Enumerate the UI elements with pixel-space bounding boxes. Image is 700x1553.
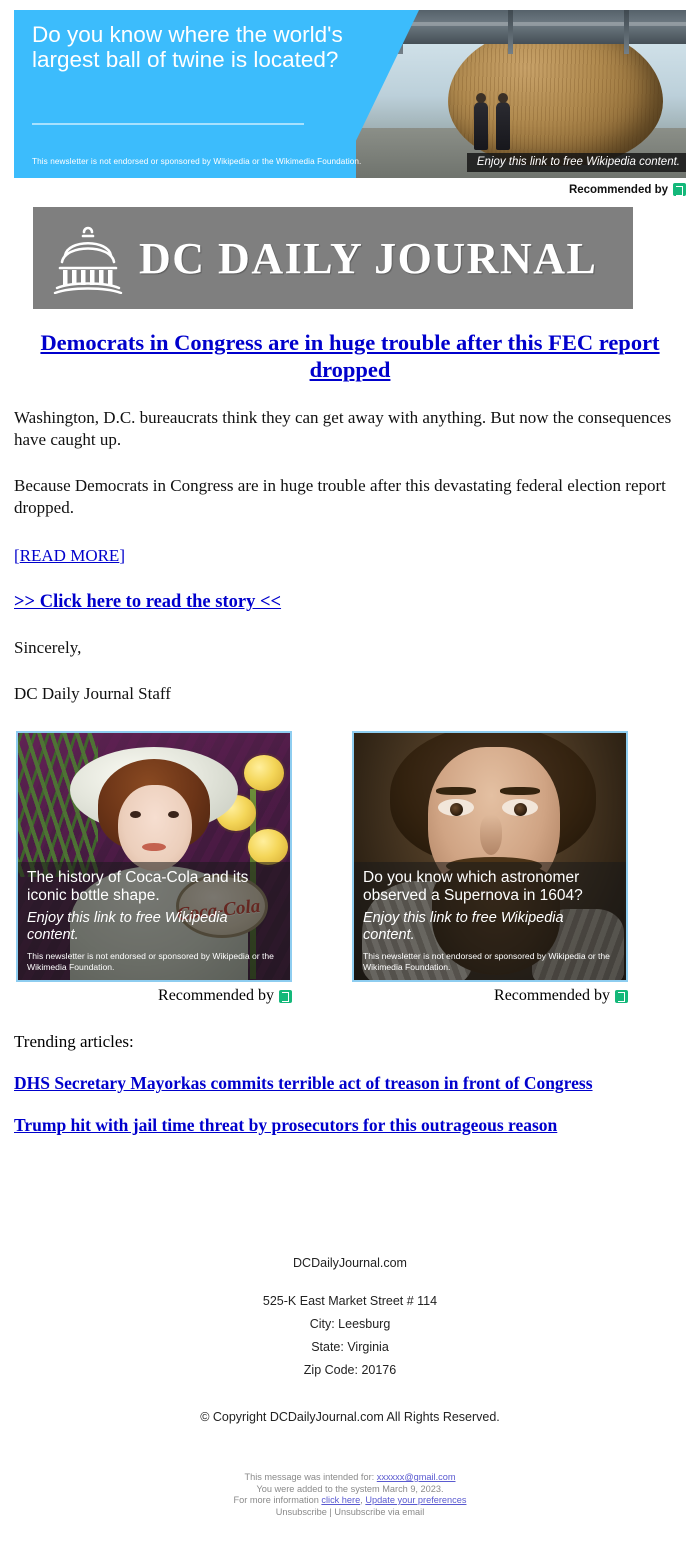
- ad-title: Do you know which astronomer observed a …: [363, 869, 583, 904]
- trending-section: Trending articles: DHS Secretary Mayorka…: [0, 1032, 700, 1136]
- top-ad-recommended-row[interactable]: Recommended by: [14, 178, 686, 198]
- coke-rose-1: [244, 755, 284, 791]
- top-ad-headline: Do you know where the world's largest ba…: [32, 22, 343, 72]
- read-more-line: [READ MORE]: [14, 546, 686, 566]
- ad-overlay-supernova: Do you know which astronomer observed a …: [354, 862, 626, 980]
- kepler-iris-right: [514, 803, 527, 816]
- footer-more-info-line: For more information click here, Update …: [0, 1495, 700, 1507]
- ad-card-coca-cola[interactable]: Coca-Cola The history of Coca-Cola and i…: [16, 731, 306, 1005]
- footer-intended-line: This message was intended for: xxxxxx@gm…: [0, 1472, 700, 1484]
- footer-legal: This message was intended for: xxxxxx@gm…: [0, 1472, 700, 1518]
- footer-copyright: © Copyright DCDailyJournal.com All Right…: [200, 1410, 500, 1424]
- footer-unsubscribe-email-label[interactable]: Unsubscribe via email: [334, 1507, 424, 1517]
- ad-recommended-row-supernova[interactable]: Recommended by: [352, 987, 628, 1005]
- article-body: Democrats in Congress are in huge troubl…: [0, 329, 700, 705]
- ad-subtitle: Enjoy this link to free Wikipedia conten…: [363, 910, 564, 943]
- trending-link-2[interactable]: Trump hit with jail time threat by prose…: [14, 1115, 557, 1135]
- ad-disclaimer: This newsletter is not endorsed or spons…: [363, 951, 610, 972]
- recommended-by-label: Recommended by: [568, 183, 668, 196]
- coke-eye-right: [168, 811, 179, 818]
- click-here-link[interactable]: >> Click here to read the story <<: [14, 592, 281, 612]
- article-signoff: Sincerely,: [14, 638, 82, 657]
- footer-more-info-prefix: For more information: [233, 1495, 319, 1505]
- article-signature: DC Daily Journal Staff: [14, 684, 171, 703]
- outbrain-logo-icon: [673, 183, 686, 196]
- footer-address-state: State: Virginia: [311, 1340, 389, 1354]
- ad-recommended-row-coca-cola[interactable]: Recommended by: [16, 987, 292, 1005]
- recommended-by-label: Recommended by: [494, 987, 610, 1004]
- kepler-brow-left: [436, 787, 476, 795]
- article-headline-link[interactable]: Democrats in Congress are in huge troubl…: [40, 330, 659, 382]
- kepler-brow-right: [500, 787, 540, 795]
- footer-click-here-link[interactable]: click here: [321, 1495, 360, 1505]
- kepler-nose: [480, 815, 502, 855]
- capitol-dome-icon: [53, 226, 123, 294]
- coke-woman-face: [118, 785, 192, 871]
- outbrain-logo-icon: [279, 989, 292, 1003]
- top-ad-image[interactable]: Do you know where the world's largest ba…: [14, 10, 686, 178]
- footer-address-zip: Zip Code: 20176: [303, 1363, 397, 1377]
- ad-title: The history of Coca-Cola and its iconic …: [27, 869, 249, 904]
- footer-address: 525-K East Market Street # 114 City: Lee…: [0, 1290, 700, 1382]
- trending-link-1[interactable]: DHS Secretary Mayorkas commits terrible …: [14, 1073, 593, 1093]
- read-more-close-bracket: ]: [119, 546, 125, 565]
- footer-legal-separator: ,: [360, 1495, 363, 1505]
- ad-card-supernova[interactable]: Do you know which astronomer observed a …: [352, 731, 642, 1005]
- ad-overlay-coca-cola: The history of Coca-Cola and its iconic …: [18, 862, 290, 980]
- footer: DCDailyJournal.com 525-K East Market Str…: [0, 1256, 700, 1518]
- footer-added-line: You were added to the system March 9, 20…: [256, 1483, 444, 1494]
- footer-unsubscribe-label[interactable]: Unsubscribe: [276, 1507, 327, 1517]
- top-ad-divider: [32, 123, 304, 125]
- footer-address-city: City: Leesburg: [309, 1317, 391, 1331]
- photo-person-right: [496, 93, 510, 150]
- click-here-line: >> Click here to read the story <<: [14, 592, 686, 613]
- recommended-by-label: Recommended by: [158, 987, 274, 1004]
- masthead-title: DC DAILY JOURNAL: [139, 233, 598, 283]
- coke-rose-3: [248, 829, 288, 865]
- trending-item-2: Trump hit with jail time threat by prose…: [14, 1114, 686, 1136]
- top-ad-banner[interactable]: Do you know where the world's largest ba…: [14, 10, 686, 198]
- coke-eye-left: [130, 811, 141, 818]
- footer-intended-prefix: This message was intended for:: [244, 1472, 375, 1482]
- article-headline: Democrats in Congress are in huge troubl…: [14, 329, 686, 383]
- footer-unsubscribe-line: Unsubscribe | Unsubscribe via email: [0, 1507, 700, 1519]
- footer-site-name: DCDailyJournal.com: [293, 1256, 407, 1270]
- article-paragraph-2: Because Democrats in Congress are in hug…: [14, 476, 666, 517]
- masthead: DC DAILY JOURNAL: [33, 207, 633, 309]
- read-more-link[interactable]: READ MORE: [20, 546, 120, 565]
- ad-row: Coca-Cola The history of Coca-Cola and i…: [16, 731, 700, 1005]
- trending-item-1: DHS Secretary Mayorkas commits terrible …: [14, 1072, 686, 1094]
- ad-subtitle: Enjoy this link to free Wikipedia conten…: [27, 910, 228, 943]
- footer-update-preferences-link[interactable]: Update your preferences: [365, 1495, 466, 1505]
- trending-label: Trending articles:: [14, 1032, 134, 1051]
- article-paragraph-1: Washington, D.C. bureaucrats think they …: [14, 408, 672, 449]
- ad-image-supernova[interactable]: Do you know which astronomer observed a …: [352, 731, 628, 982]
- photo-beam-2: [508, 10, 513, 54]
- kepler-iris-left: [450, 803, 463, 816]
- footer-address-street: 525-K East Market Street # 114: [262, 1294, 438, 1308]
- footer-pipe: |: [329, 1506, 332, 1517]
- ad-disclaimer: This newsletter is not endorsed or spons…: [27, 951, 274, 972]
- photo-person-left: [474, 93, 488, 150]
- photo-beam-3: [624, 10, 629, 54]
- top-ad-disclaimer: This newsletter is not endorsed or spons…: [32, 157, 362, 166]
- outbrain-logo-icon: [615, 989, 628, 1003]
- ad-image-coca-cola[interactable]: Coca-Cola The history of Coca-Cola and i…: [16, 731, 292, 982]
- coke-lips: [142, 843, 166, 851]
- top-ad-caption: Enjoy this link to free Wikipedia conten…: [466, 153, 686, 172]
- footer-intended-email-link[interactable]: xxxxxx@gmail.com: [377, 1472, 456, 1482]
